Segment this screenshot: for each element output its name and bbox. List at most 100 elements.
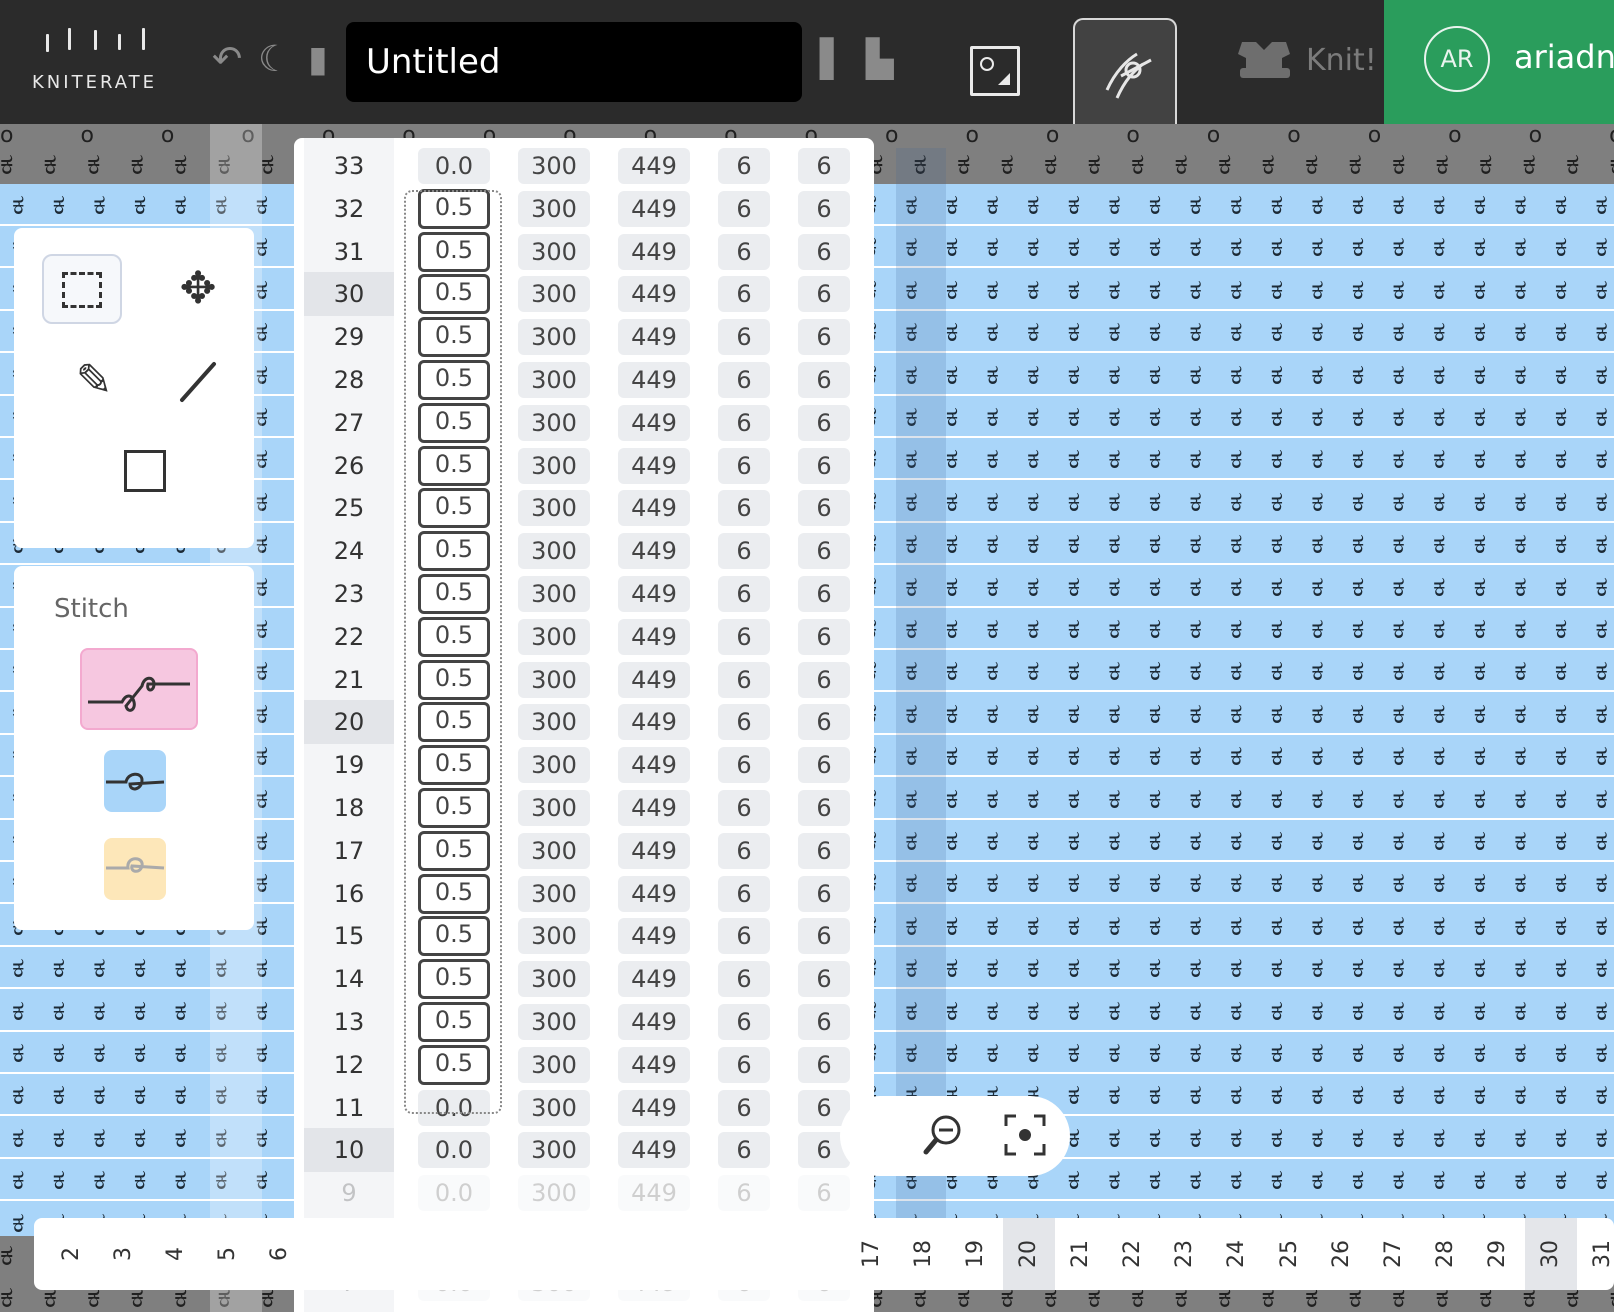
rack-input[interactable]: 0.5 [418, 531, 490, 572]
sf-input[interactable]: 6 [718, 1004, 770, 1040]
sf-input[interactable]: 6 [718, 447, 770, 484]
rack-input[interactable]: 0.0 [418, 1089, 490, 1126]
sr-input[interactable]: 6 [798, 490, 850, 527]
sf-input[interactable]: 6 [718, 533, 770, 570]
fit-view-button[interactable] [1000, 1110, 1050, 1160]
speed-input[interactable]: 300 [518, 661, 590, 698]
speed-input[interactable]: 300 [518, 404, 590, 441]
speed-input[interactable]: 300 [518, 1089, 590, 1126]
sr-input[interactable]: 6 [798, 233, 850, 270]
rack-input[interactable]: 0.5 [418, 574, 490, 614]
sf-input[interactable]: 6 [718, 790, 770, 826]
roll-input[interactable]: 449 [618, 233, 690, 270]
rack-input[interactable]: 0.0 [418, 1132, 490, 1169]
roll-input[interactable]: 449 [618, 1132, 690, 1169]
roll-input[interactable]: 449 [618, 276, 690, 313]
speed-input[interactable]: 300 [518, 1004, 590, 1040]
roll-input[interactable]: 449 [618, 404, 690, 441]
yarn-mode-tab[interactable] [1073, 18, 1177, 128]
speed-input[interactable]: 300 [518, 618, 590, 655]
sr-input[interactable]: 6 [798, 704, 850, 741]
sr-input[interactable]: 6 [798, 319, 850, 356]
speed-input[interactable]: 300 [518, 447, 590, 484]
sr-input[interactable]: 6 [798, 961, 850, 998]
speed-input[interactable]: 300 [518, 362, 590, 398]
select-tool-button[interactable] [42, 254, 122, 324]
speed-input[interactable]: 300 [518, 875, 590, 912]
undo-icon[interactable]: ↶ [212, 40, 242, 80]
sf-input[interactable]: 6 [718, 618, 770, 655]
sf-input[interactable]: 6 [718, 404, 770, 441]
sr-input[interactable]: 6 [798, 832, 850, 869]
rectangle-tool-button[interactable] [106, 438, 186, 508]
download-icon[interactable]: ▌ [820, 40, 848, 80]
stitch-swatch-knit[interactable] [104, 750, 166, 812]
speed-input[interactable]: 300 [518, 704, 590, 741]
sr-input[interactable]: 6 [798, 747, 850, 784]
roll-input[interactable]: 449 [618, 747, 690, 784]
rack-input[interactable]: 0.5 [418, 360, 490, 400]
rack-input[interactable]: 0.5 [418, 916, 490, 957]
sf-input[interactable]: 6 [718, 319, 770, 356]
speed-input[interactable]: 300 [518, 832, 590, 869]
sf-input[interactable]: 6 [718, 1132, 770, 1169]
speed-input[interactable]: 300 [518, 576, 590, 612]
move-tool-button[interactable]: ✥ [158, 254, 238, 324]
sf-input[interactable]: 6 [718, 875, 770, 912]
speed-input[interactable]: 300 [518, 790, 590, 826]
rack-input[interactable]: 0.5 [418, 445, 490, 486]
speed-input[interactable]: 300 [518, 276, 590, 313]
sr-input[interactable]: 6 [798, 404, 850, 441]
rack-input[interactable]: 0.0 [418, 148, 490, 184]
sf-input[interactable]: 6 [718, 832, 770, 869]
roll-input[interactable]: 449 [618, 447, 690, 484]
column-number[interactable]: 6 [254, 1218, 306, 1290]
speed-input[interactable]: 300 [518, 533, 590, 570]
stitch-swatch-purl[interactable] [104, 838, 166, 900]
sf-input[interactable]: 6 [718, 362, 770, 398]
sf-input[interactable]: 6 [718, 661, 770, 698]
redo-icon[interactable]: ☾ [258, 40, 290, 80]
sf-input[interactable]: 6 [718, 190, 770, 227]
roll-input[interactable]: 449 [618, 1089, 690, 1126]
column-number[interactable]: 31 [1577, 1218, 1614, 1290]
rack-input[interactable]: 0.5 [418, 745, 490, 786]
roll-input[interactable]: 449 [618, 148, 690, 184]
rack-input[interactable]: 0.5 [418, 402, 490, 443]
rack-input[interactable]: 0.5 [418, 231, 490, 272]
sf-input[interactable]: 6 [718, 233, 770, 270]
avatar[interactable]: AR [1424, 26, 1490, 92]
rack-input[interactable]: 0.5 [418, 1044, 490, 1085]
roll-input[interactable]: 449 [618, 362, 690, 398]
roll-input[interactable]: 449 [618, 1046, 690, 1083]
sf-input[interactable]: 6 [718, 704, 770, 741]
rack-input[interactable]: 0.5 [418, 1002, 490, 1042]
roll-input[interactable]: 449 [618, 190, 690, 227]
roll-input[interactable]: 449 [618, 918, 690, 955]
export-icon[interactable]: ▙ [866, 40, 894, 80]
sr-input[interactable]: 6 [798, 1004, 850, 1040]
zoom-out-button[interactable] [918, 1110, 968, 1160]
sf-input[interactable]: 6 [718, 276, 770, 313]
roll-input[interactable]: 449 [618, 618, 690, 655]
sf-input[interactable]: 6 [718, 148, 770, 184]
view-mode-button[interactable] [970, 46, 1020, 96]
roll-input[interactable]: 449 [618, 704, 690, 741]
pencil-tool-button[interactable]: ✎ [54, 346, 134, 416]
save-icon[interactable]: ▮ [308, 40, 328, 80]
roll-input[interactable]: 449 [618, 790, 690, 826]
speed-input[interactable]: 300 [518, 319, 590, 356]
rack-input[interactable]: 0.5 [418, 616, 490, 657]
speed-input[interactable]: 300 [518, 490, 590, 527]
rack-input[interactable]: 0.5 [418, 959, 490, 1000]
roll-input[interactable]: 449 [618, 319, 690, 356]
roll-input[interactable]: 449 [618, 832, 690, 869]
sr-input[interactable]: 6 [798, 276, 850, 313]
speed-input[interactable]: 300 [518, 1132, 590, 1169]
rack-input[interactable]: 0.5 [418, 488, 490, 529]
sr-input[interactable]: 6 [798, 190, 850, 227]
sr-input[interactable]: 6 [798, 447, 850, 484]
sf-input[interactable]: 6 [718, 961, 770, 998]
speed-input[interactable]: 300 [518, 190, 590, 227]
roll-input[interactable]: 449 [618, 661, 690, 698]
